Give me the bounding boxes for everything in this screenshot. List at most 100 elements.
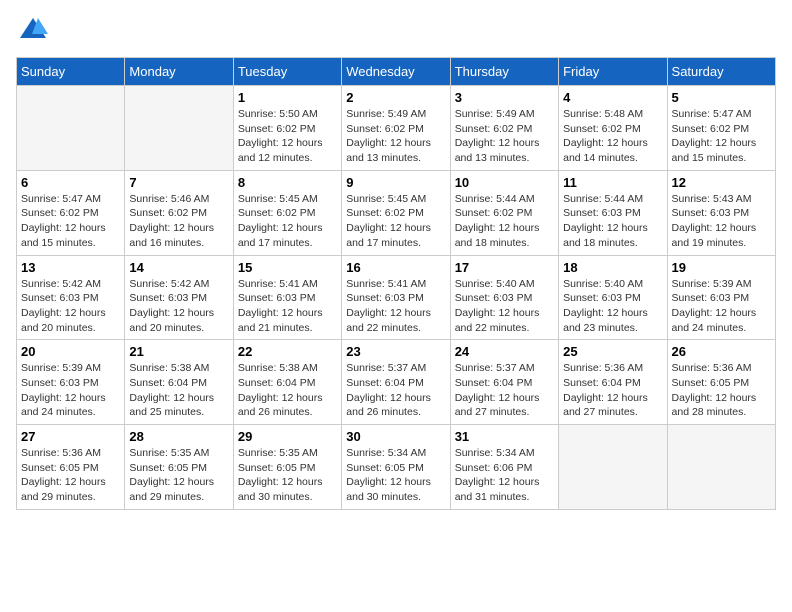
calendar-cell [17, 86, 125, 171]
day-number: 30 [346, 429, 445, 444]
calendar-cell: 9 Sunrise: 5:45 AMSunset: 6:02 PMDaylight… [342, 170, 450, 255]
day-info: Sunrise: 5:45 AMSunset: 6:02 PMDaylight:… [238, 192, 337, 251]
calendar-cell: 30 Sunrise: 5:34 AMSunset: 6:05 PMDayligh… [342, 425, 450, 510]
calendar-header-thursday: Thursday [450, 58, 558, 86]
day-info: Sunrise: 5:42 AMSunset: 6:03 PMDaylight:… [21, 277, 120, 336]
calendar-header-wednesday: Wednesday [342, 58, 450, 86]
day-number: 24 [455, 344, 554, 359]
day-info: Sunrise: 5:39 AMSunset: 6:03 PMDaylight:… [672, 277, 771, 336]
calendar-cell: 14 Sunrise: 5:42 AMSunset: 6:03 PMDayligh… [125, 255, 233, 340]
day-number: 7 [129, 175, 228, 190]
calendar-header-friday: Friday [559, 58, 667, 86]
calendar-cell: 2 Sunrise: 5:49 AMSunset: 6:02 PMDaylight… [342, 86, 450, 171]
logo-icon [18, 16, 48, 40]
calendar-cell: 8 Sunrise: 5:45 AMSunset: 6:02 PMDaylight… [233, 170, 341, 255]
calendar-cell [125, 86, 233, 171]
calendar-cell: 24 Sunrise: 5:37 AMSunset: 6:04 PMDayligh… [450, 340, 558, 425]
calendar-table: SundayMondayTuesdayWednesdayThursdayFrid… [16, 57, 776, 510]
day-info: Sunrise: 5:36 AMSunset: 6:05 PMDaylight:… [21, 446, 120, 505]
day-number: 14 [129, 260, 228, 275]
day-info: Sunrise: 5:38 AMSunset: 6:04 PMDaylight:… [129, 361, 228, 420]
calendar-week-row: 20 Sunrise: 5:39 AMSunset: 6:03 PMDayligh… [17, 340, 776, 425]
calendar-cell: 12 Sunrise: 5:43 AMSunset: 6:03 PMDayligh… [667, 170, 775, 255]
day-number: 18 [563, 260, 662, 275]
day-info: Sunrise: 5:44 AMSunset: 6:03 PMDaylight:… [563, 192, 662, 251]
day-number: 5 [672, 90, 771, 105]
day-info: Sunrise: 5:37 AMSunset: 6:04 PMDaylight:… [346, 361, 445, 420]
day-number: 22 [238, 344, 337, 359]
day-number: 9 [346, 175, 445, 190]
day-info: Sunrise: 5:43 AMSunset: 6:03 PMDaylight:… [672, 192, 771, 251]
day-info: Sunrise: 5:36 AMSunset: 6:05 PMDaylight:… [672, 361, 771, 420]
day-number: 1 [238, 90, 337, 105]
day-number: 8 [238, 175, 337, 190]
calendar-cell: 19 Sunrise: 5:39 AMSunset: 6:03 PMDayligh… [667, 255, 775, 340]
day-number: 16 [346, 260, 445, 275]
day-number: 29 [238, 429, 337, 444]
day-info: Sunrise: 5:45 AMSunset: 6:02 PMDaylight:… [346, 192, 445, 251]
calendar-header-row: SundayMondayTuesdayWednesdayThursdayFrid… [17, 58, 776, 86]
day-number: 26 [672, 344, 771, 359]
calendar-week-row: 1 Sunrise: 5:50 AMSunset: 6:02 PMDaylight… [17, 86, 776, 171]
calendar-week-row: 13Sunrise: 5:42 AMSunset: 6:03 PMDayligh… [17, 255, 776, 340]
day-info: Sunrise: 5:34 AMSunset: 6:06 PMDaylight:… [455, 446, 554, 505]
calendar-cell: 21Sunrise: 5:38 AMSunset: 6:04 PMDayligh… [125, 340, 233, 425]
day-number: 28 [129, 429, 228, 444]
day-info: Sunrise: 5:39 AMSunset: 6:03 PMDaylight:… [21, 361, 120, 420]
calendar-cell: 25 Sunrise: 5:36 AMSunset: 6:04 PMDayligh… [559, 340, 667, 425]
day-info: Sunrise: 5:44 AMSunset: 6:02 PMDaylight:… [455, 192, 554, 251]
day-number: 4 [563, 90, 662, 105]
calendar-cell: 16 Sunrise: 5:41 AMSunset: 6:03 PMDayligh… [342, 255, 450, 340]
calendar-cell: 13Sunrise: 5:42 AMSunset: 6:03 PMDayligh… [17, 255, 125, 340]
day-number: 23 [346, 344, 445, 359]
day-number: 12 [672, 175, 771, 190]
day-number: 6 [21, 175, 120, 190]
calendar-cell: 31Sunrise: 5:34 AMSunset: 6:06 PMDayligh… [450, 425, 558, 510]
calendar-header-monday: Monday [125, 58, 233, 86]
calendar-header-saturday: Saturday [667, 58, 775, 86]
day-number: 25 [563, 344, 662, 359]
logo [16, 16, 50, 45]
calendar-week-row: 6Sunrise: 5:47 AMSunset: 6:02 PMDaylight… [17, 170, 776, 255]
day-info: Sunrise: 5:48 AMSunset: 6:02 PMDaylight:… [563, 107, 662, 166]
day-number: 2 [346, 90, 445, 105]
calendar-cell: 3Sunrise: 5:49 AMSunset: 6:02 PMDaylight… [450, 86, 558, 171]
calendar-cell: 23 Sunrise: 5:37 AMSunset: 6:04 PMDayligh… [342, 340, 450, 425]
calendar-cell: 10 Sunrise: 5:44 AMSunset: 6:02 PMDayligh… [450, 170, 558, 255]
calendar-cell: 5 Sunrise: 5:47 AMSunset: 6:02 PMDaylight… [667, 86, 775, 171]
calendar-cell: 28Sunrise: 5:35 AMSunset: 6:05 PMDayligh… [125, 425, 233, 510]
day-info: Sunrise: 5:36 AMSunset: 6:04 PMDaylight:… [563, 361, 662, 420]
day-info: Sunrise: 5:38 AMSunset: 6:04 PMDaylight:… [238, 361, 337, 420]
calendar-cell [559, 425, 667, 510]
day-number: 11 [563, 175, 662, 190]
calendar-cell: 26 Sunrise: 5:36 AMSunset: 6:05 PMDayligh… [667, 340, 775, 425]
calendar-cell: 27 Sunrise: 5:36 AMSunset: 6:05 PMDayligh… [17, 425, 125, 510]
day-info: Sunrise: 5:40 AMSunset: 6:03 PMDaylight:… [455, 277, 554, 336]
calendar-cell: 29Sunrise: 5:35 AMSunset: 6:05 PMDayligh… [233, 425, 341, 510]
day-info: Sunrise: 5:49 AMSunset: 6:02 PMDaylight:… [346, 107, 445, 166]
calendar-cell: 20 Sunrise: 5:39 AMSunset: 6:03 PMDayligh… [17, 340, 125, 425]
day-info: Sunrise: 5:49 AMSunset: 6:02 PMDaylight:… [455, 107, 554, 166]
page-header [16, 16, 776, 45]
day-info: Sunrise: 5:47 AMSunset: 6:02 PMDaylight:… [672, 107, 771, 166]
day-info: Sunrise: 5:40 AMSunset: 6:03 PMDaylight:… [563, 277, 662, 336]
day-info: Sunrise: 5:50 AMSunset: 6:02 PMDaylight:… [238, 107, 337, 166]
calendar-cell: 7 Sunrise: 5:46 AMSunset: 6:02 PMDaylight… [125, 170, 233, 255]
calendar-cell: 6Sunrise: 5:47 AMSunset: 6:02 PMDaylight… [17, 170, 125, 255]
day-number: 15 [238, 260, 337, 275]
day-number: 10 [455, 175, 554, 190]
calendar-header-sunday: Sunday [17, 58, 125, 86]
calendar-cell: 1 Sunrise: 5:50 AMSunset: 6:02 PMDaylight… [233, 86, 341, 171]
day-info: Sunrise: 5:42 AMSunset: 6:03 PMDaylight:… [129, 277, 228, 336]
day-number: 19 [672, 260, 771, 275]
calendar-cell: 15Sunrise: 5:41 AMSunset: 6:03 PMDayligh… [233, 255, 341, 340]
day-number: 27 [21, 429, 120, 444]
calendar-cell: 17 Sunrise: 5:40 AMSunset: 6:03 PMDayligh… [450, 255, 558, 340]
day-number: 20 [21, 344, 120, 359]
day-info: Sunrise: 5:37 AMSunset: 6:04 PMDaylight:… [455, 361, 554, 420]
calendar-cell: 18 Sunrise: 5:40 AMSunset: 6:03 PMDayligh… [559, 255, 667, 340]
day-info: Sunrise: 5:34 AMSunset: 6:05 PMDaylight:… [346, 446, 445, 505]
day-info: Sunrise: 5:46 AMSunset: 6:02 PMDaylight:… [129, 192, 228, 251]
day-number: 17 [455, 260, 554, 275]
day-info: Sunrise: 5:41 AMSunset: 6:03 PMDaylight:… [346, 277, 445, 336]
